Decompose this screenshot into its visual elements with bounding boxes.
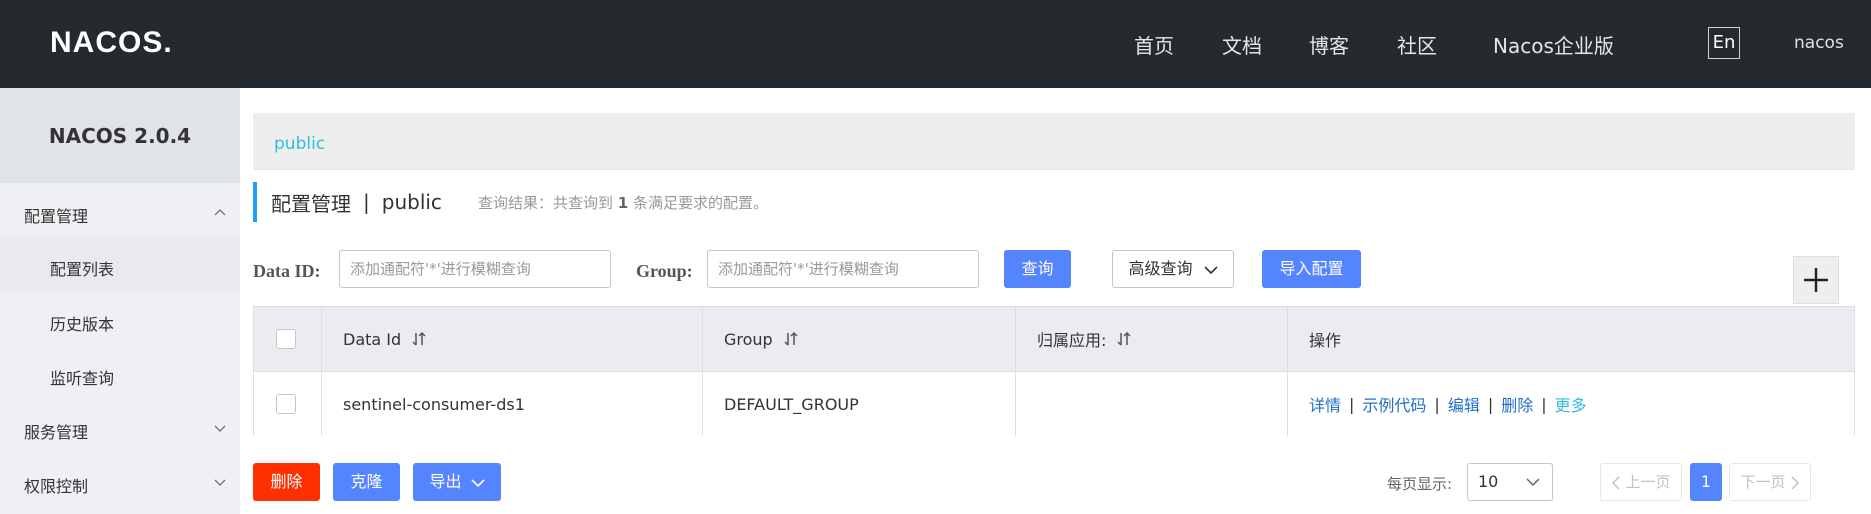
main-content: public 配置管理 | public 查询结果：共查询到 1 条满足要求的配… bbox=[240, 88, 1871, 514]
search-row: Data ID: 添加通配符'*'进行模糊查询 Group: 添加通配符'*'进… bbox=[253, 250, 1871, 290]
chevron-down-icon bbox=[214, 476, 226, 488]
nav-blog[interactable]: 博客 bbox=[1309, 30, 1349, 59]
chevron-up-icon bbox=[214, 207, 226, 219]
nacos-logo[interactable]: NACOS. bbox=[50, 26, 173, 60]
chevron-left-icon bbox=[1612, 475, 1621, 490]
page-title-bar: 配置管理 | public 查询结果：共查询到 1 条满足要求的配置。 bbox=[253, 182, 768, 222]
select-all-checkbox[interactable] bbox=[276, 329, 296, 349]
nav-docs[interactable]: 文档 bbox=[1222, 30, 1262, 59]
page-number-current[interactable]: 1 bbox=[1690, 463, 1722, 501]
action-more-link[interactable]: 更多 bbox=[1555, 392, 1587, 416]
group-label: Group: bbox=[636, 261, 693, 281]
sidebar-item-history[interactable]: 历史版本 bbox=[50, 311, 114, 335]
group-input[interactable]: 添加通配符'*'进行模糊查询 bbox=[707, 250, 979, 288]
sidebar-group-label: 权限控制 bbox=[24, 477, 89, 496]
row-checkbox-cell bbox=[254, 372, 322, 436]
action-separator: | bbox=[1434, 394, 1440, 414]
column-header-group[interactable]: Group bbox=[703, 307, 1016, 371]
chevron-right-icon bbox=[1790, 475, 1799, 490]
title-separator: | bbox=[363, 190, 370, 214]
config-table: Data Id Group 归属应用: 操作 sentinel-consumer… bbox=[253, 306, 1855, 436]
sidebar-group-auth[interactable]: 权限控制 bbox=[24, 473, 88, 497]
sidebar-item-listener[interactable]: 监听查询 bbox=[50, 365, 114, 389]
language-toggle-button[interactable]: En bbox=[1708, 27, 1740, 59]
add-config-button[interactable] bbox=[1793, 256, 1839, 304]
table-row: sentinel-consumer-ds1 DEFAULT_GROUP 详情 |… bbox=[254, 372, 1854, 436]
cell-group: DEFAULT_GROUP bbox=[703, 372, 1016, 436]
sidebar-group-label: 配置管理 bbox=[24, 207, 89, 226]
export-button[interactable]: 导出 bbox=[413, 463, 501, 501]
action-sample-code-link[interactable]: 示例代码 bbox=[1362, 392, 1426, 416]
sidebar-item-config-list[interactable]: 配置列表 bbox=[50, 256, 114, 280]
cell-app bbox=[1016, 372, 1288, 436]
chevron-down-icon bbox=[214, 422, 226, 434]
sidebar-group-config[interactable]: 配置管理 bbox=[24, 203, 88, 227]
column-header-app[interactable]: 归属应用: bbox=[1016, 307, 1288, 371]
data-id-label: Data ID: bbox=[253, 261, 321, 281]
action-delete-link[interactable]: 删除 bbox=[1501, 392, 1533, 416]
sidebar-group-service[interactable]: 服务管理 bbox=[24, 419, 88, 443]
import-config-button[interactable]: 导入配置 bbox=[1262, 250, 1361, 288]
column-header-data-id[interactable]: Data Id bbox=[322, 307, 703, 371]
action-separator: | bbox=[1487, 394, 1494, 414]
page-title: 配置管理 bbox=[271, 191, 351, 216]
result-count: 1 bbox=[617, 193, 629, 212]
page-size-select[interactable]: 10 bbox=[1467, 463, 1553, 501]
sidebar-version-title: NACOS 2.0.4 bbox=[0, 88, 240, 183]
chevron-down-icon bbox=[470, 478, 485, 487]
data-id-input[interactable]: 添加通配符'*'进行模糊查询 bbox=[339, 250, 611, 288]
cell-actions: 详情 | 示例代码 | 编辑 | 删除 | 更多 bbox=[1288, 372, 1854, 436]
action-separator: | bbox=[1541, 394, 1547, 414]
chevron-down-icon bbox=[1203, 265, 1218, 274]
page-size-label: 每页显示: bbox=[1387, 475, 1453, 493]
sidebar-item-active-bg bbox=[0, 237, 240, 291]
namespace-link-public[interactable]: public bbox=[274, 134, 325, 154]
table-footer: 删除 克隆 导出 每页显示: 10 上一页 1 下一页 bbox=[253, 463, 1871, 503]
row-checkbox[interactable] bbox=[276, 394, 296, 414]
clone-button[interactable]: 克隆 bbox=[333, 463, 400, 501]
next-page-button[interactable]: 下一页 bbox=[1729, 463, 1811, 501]
column-header-actions: 操作 bbox=[1309, 331, 1342, 350]
user-name[interactable]: nacos bbox=[1794, 33, 1844, 53]
table-header: Data Id Group 归属应用: 操作 bbox=[254, 307, 1854, 372]
action-separator: | bbox=[1349, 394, 1355, 414]
query-result-hint: 查询结果：共查询到 1 条满足要求的配置。 bbox=[477, 193, 768, 212]
action-detail-link[interactable]: 详情 bbox=[1309, 392, 1341, 416]
namespace-bar: public bbox=[253, 113, 1855, 170]
top-navbar: NACOS. 首页 文档 博客 社区 Nacos企业版 En nacos bbox=[0, 0, 1871, 88]
advanced-query-button[interactable]: 高级查询 bbox=[1112, 250, 1234, 288]
nav-enterprise[interactable]: Nacos企业版 bbox=[1493, 30, 1614, 59]
nav-community[interactable]: 社区 bbox=[1397, 30, 1437, 59]
batch-delete-button[interactable]: 删除 bbox=[253, 463, 320, 501]
sort-icon[interactable] bbox=[783, 331, 799, 347]
sort-icon[interactable] bbox=[1116, 331, 1132, 347]
nav-home[interactable]: 首页 bbox=[1134, 30, 1174, 59]
prev-page-button[interactable]: 上一页 bbox=[1600, 463, 1682, 501]
action-edit-link[interactable]: 编辑 bbox=[1448, 392, 1480, 416]
chevron-down-icon bbox=[1526, 478, 1540, 487]
query-button[interactable]: 查询 bbox=[1004, 250, 1071, 288]
sort-icon[interactable] bbox=[411, 331, 427, 347]
plus-icon bbox=[1804, 268, 1828, 292]
header-checkbox-cell bbox=[254, 307, 322, 371]
sidebar: NACOS 2.0.4 配置管理 配置列表 历史版本 监听查询 服务管理 权限控… bbox=[0, 88, 240, 514]
cell-data-id: sentinel-consumer-ds1 bbox=[322, 372, 703, 436]
page-namespace: public bbox=[381, 190, 442, 214]
sidebar-group-label: 服务管理 bbox=[24, 423, 89, 442]
